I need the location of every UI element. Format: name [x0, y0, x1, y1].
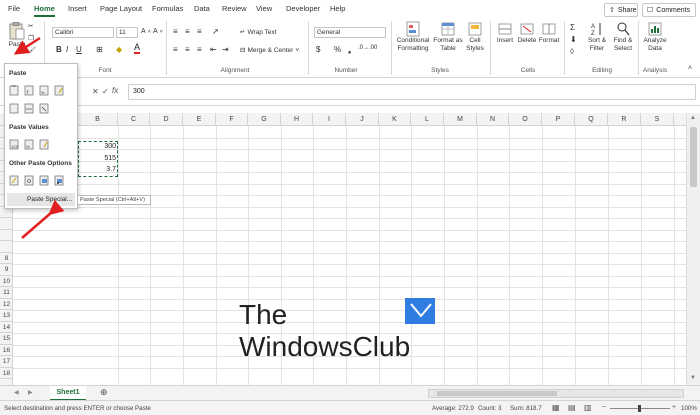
thewindowsclub-watermark: The WindowsClub [239, 298, 435, 362]
watermark-line2: WindowsClub [239, 331, 410, 362]
windows-logo-icon [405, 298, 435, 324]
arrow-to-paste-special [21, 199, 65, 239]
arrow-to-paste [13, 36, 41, 55]
watermark-line1: The [239, 299, 287, 330]
